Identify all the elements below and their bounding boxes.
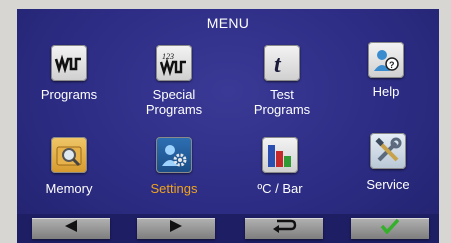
svg-text:t: t <box>274 52 282 77</box>
programs-label: Programs <box>40 87 98 102</box>
svg-text:?: ? <box>389 60 395 70</box>
memory-label: Memory <box>45 181 93 196</box>
letter-t-icon: t <box>264 45 300 81</box>
magnifier-folder-icon <box>51 137 87 173</box>
test-programs-label: Test Programs <box>253 87 311 117</box>
settings-tile[interactable]: Settings <box>129 137 219 196</box>
menu-title: MENU <box>206 15 250 31</box>
waveform-icon <box>51 45 87 81</box>
tools-icon <box>370 133 406 169</box>
programs-tile[interactable]: Programs <box>24 45 114 102</box>
confirm-button[interactable] <box>351 218 429 239</box>
special-waveform-icon: 123 <box>156 45 192 81</box>
temperature-bar-tile[interactable]: ºC / Bar <box>235 137 325 196</box>
forward-button[interactable] <box>137 218 215 239</box>
help-label: Help <box>372 84 400 99</box>
checkmark-icon <box>380 218 400 239</box>
test-programs-tile[interactable]: t Test Programs <box>237 45 327 117</box>
back-button[interactable] <box>32 218 110 239</box>
return-icon <box>271 218 297 239</box>
return-button[interactable] <box>245 218 323 239</box>
service-tile[interactable]: Service <box>343 133 433 192</box>
special-programs-label: Special Programs <box>145 87 203 117</box>
bar-chart-icon <box>262 137 298 173</box>
svg-text:123: 123 <box>162 52 174 61</box>
memory-tile[interactable]: Memory <box>24 137 114 196</box>
settings-label: Settings <box>150 181 198 196</box>
bottom-nav-bar <box>17 214 439 243</box>
arrow-right-icon <box>168 219 184 238</box>
help-user-icon: ? <box>368 42 404 78</box>
service-label: Service <box>366 177 410 192</box>
temperature-bar-label: ºC / Bar <box>257 181 303 196</box>
special-programs-tile[interactable]: 123 Special Programs <box>129 45 219 117</box>
arrow-left-icon <box>63 219 79 238</box>
settings-gear-user-icon <box>156 137 192 173</box>
help-tile[interactable]: ? Help <box>341 42 431 99</box>
menu-screen: MENU Programs 123 Special Programs t Tes… <box>17 9 439 243</box>
